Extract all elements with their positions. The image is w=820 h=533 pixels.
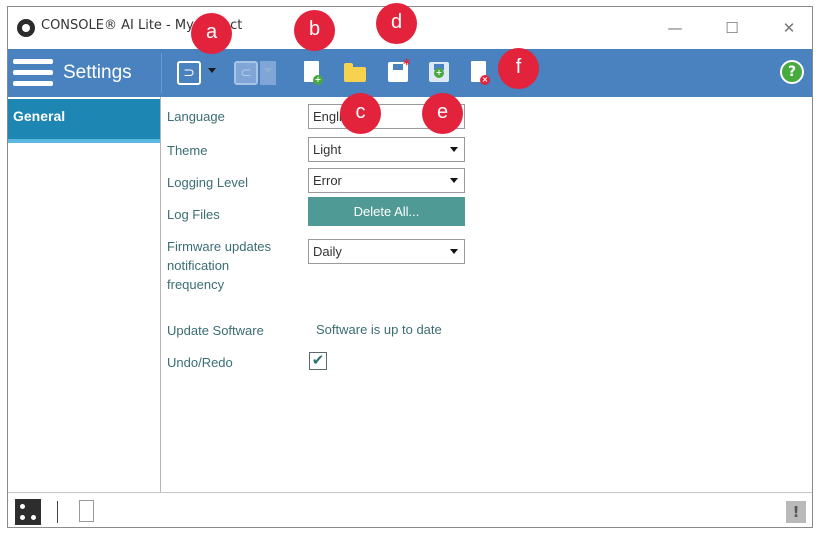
callout-b: b xyxy=(294,10,335,51)
firmware-frequency-value: Daily xyxy=(313,244,342,259)
theme-value: Light xyxy=(313,142,342,157)
app-logo-icon xyxy=(17,19,35,37)
redo-button[interactable]: ⊂ xyxy=(234,61,258,85)
logging-level-select[interactable]: Error xyxy=(308,168,465,193)
logging-level-value: Error xyxy=(313,173,342,188)
help-icon[interactable]: ? xyxy=(780,60,804,84)
status-bar: ! xyxy=(8,492,812,527)
status-divider xyxy=(57,501,58,523)
save-icon[interactable]: * xyxy=(387,57,410,87)
firmware-frequency-select[interactable]: Daily xyxy=(308,239,465,264)
close-file-icon[interactable]: × xyxy=(468,61,490,87)
app-window: CONSOLE® AI Lite - My Project — ☐ ✕ Sett… xyxy=(7,6,813,528)
firmware-label-line1: Firmware updates xyxy=(167,239,272,254)
maximize-button[interactable]: ☐ xyxy=(717,16,747,40)
new-file-icon[interactable]: + xyxy=(301,61,323,87)
chevron-down-icon xyxy=(450,178,458,183)
callout-f: f xyxy=(498,48,539,89)
logging-level-label: Logging Level xyxy=(167,175,248,190)
update-status-text: Software is up to date xyxy=(316,322,442,337)
warning-icon[interactable]: ! xyxy=(786,501,806,523)
redo-dropdown-button[interactable] xyxy=(260,61,276,85)
toolbar-divider xyxy=(161,53,162,93)
undo-redo-label: Undo/Redo xyxy=(167,355,233,370)
settings-title: Settings xyxy=(63,62,132,83)
document-icon[interactable] xyxy=(79,500,94,522)
language-label: Language xyxy=(167,109,225,124)
close-button[interactable]: ✕ xyxy=(774,16,804,40)
theme-select[interactable]: Light xyxy=(308,137,465,162)
device-status-icon[interactable] xyxy=(15,499,41,525)
delete-all-logs-button[interactable]: Delete All... xyxy=(308,197,465,226)
toolbar: Settings ⊃ ⊂ + * + × ? xyxy=(8,49,812,97)
chevron-down-icon xyxy=(450,147,458,152)
callout-d: d xyxy=(376,3,417,44)
firmware-label-line2: notification xyxy=(167,258,230,273)
sidebar: General xyxy=(8,97,161,492)
minimize-button[interactable]: — xyxy=(660,16,690,40)
log-files-label: Log Files xyxy=(167,207,220,222)
undo-redo-checkbox[interactable]: ✔ xyxy=(309,352,327,370)
sidebar-item-general[interactable]: General xyxy=(8,99,160,143)
save-as-icon[interactable]: + xyxy=(428,61,450,87)
update-software-label: Update Software xyxy=(167,323,264,338)
menu-hamburger-icon[interactable] xyxy=(13,57,53,89)
open-folder-icon[interactable] xyxy=(344,61,366,87)
undo-dropdown-icon[interactable] xyxy=(208,68,216,73)
callout-a: a xyxy=(191,13,232,54)
callout-e: e xyxy=(422,93,463,134)
callout-c: c xyxy=(340,93,381,134)
chevron-down-icon xyxy=(450,249,458,254)
theme-label: Theme xyxy=(167,143,208,158)
undo-button[interactable]: ⊃ xyxy=(177,61,201,85)
firmware-label-line3: frequency xyxy=(167,277,225,292)
